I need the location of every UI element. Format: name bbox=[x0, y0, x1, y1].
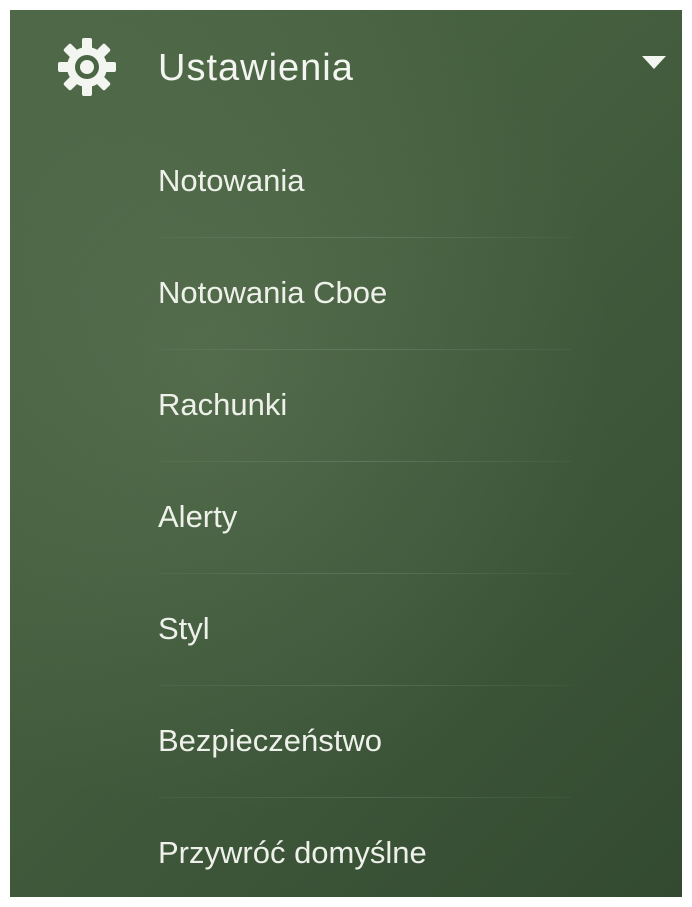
menu-item-notowania-cboe[interactable]: Notowania Cboe bbox=[10, 238, 682, 350]
menu-item-notowania[interactable]: Notowania bbox=[10, 126, 682, 238]
menu-item-rachunki[interactable]: Rachunki bbox=[10, 350, 682, 462]
gear-icon bbox=[56, 36, 118, 98]
menu-item-styl[interactable]: Styl bbox=[10, 574, 682, 686]
menu-item-label: Styl bbox=[158, 611, 210, 646]
menu-item-label: Przywróć domyślne bbox=[158, 835, 427, 870]
settings-submenu: Notowania Notowania Cboe Rachunki Alerty… bbox=[10, 126, 682, 897]
settings-header[interactable]: Ustawienia bbox=[10, 10, 682, 128]
menu-item-label: Bezpieczeństwo bbox=[158, 723, 383, 758]
menu-item-alerty[interactable]: Alerty bbox=[10, 462, 682, 574]
menu-item-label: Rachunki bbox=[158, 387, 288, 422]
menu-item-label: Alerty bbox=[158, 499, 238, 534]
menu-item-label: Notowania Cboe bbox=[158, 275, 388, 310]
header-title: Ustawienia bbox=[158, 47, 354, 89]
menu-item-label: Notowania bbox=[158, 163, 305, 198]
settings-menu-panel: Ustawienia Notowania Notowania Cboe Rach… bbox=[10, 10, 682, 897]
caret-down-icon[interactable] bbox=[642, 56, 666, 70]
menu-item-przywroc-domyslne[interactable]: Przywróć domyślne bbox=[10, 798, 682, 897]
menu-item-bezpieczenstwo[interactable]: Bezpieczeństwo bbox=[10, 686, 682, 798]
